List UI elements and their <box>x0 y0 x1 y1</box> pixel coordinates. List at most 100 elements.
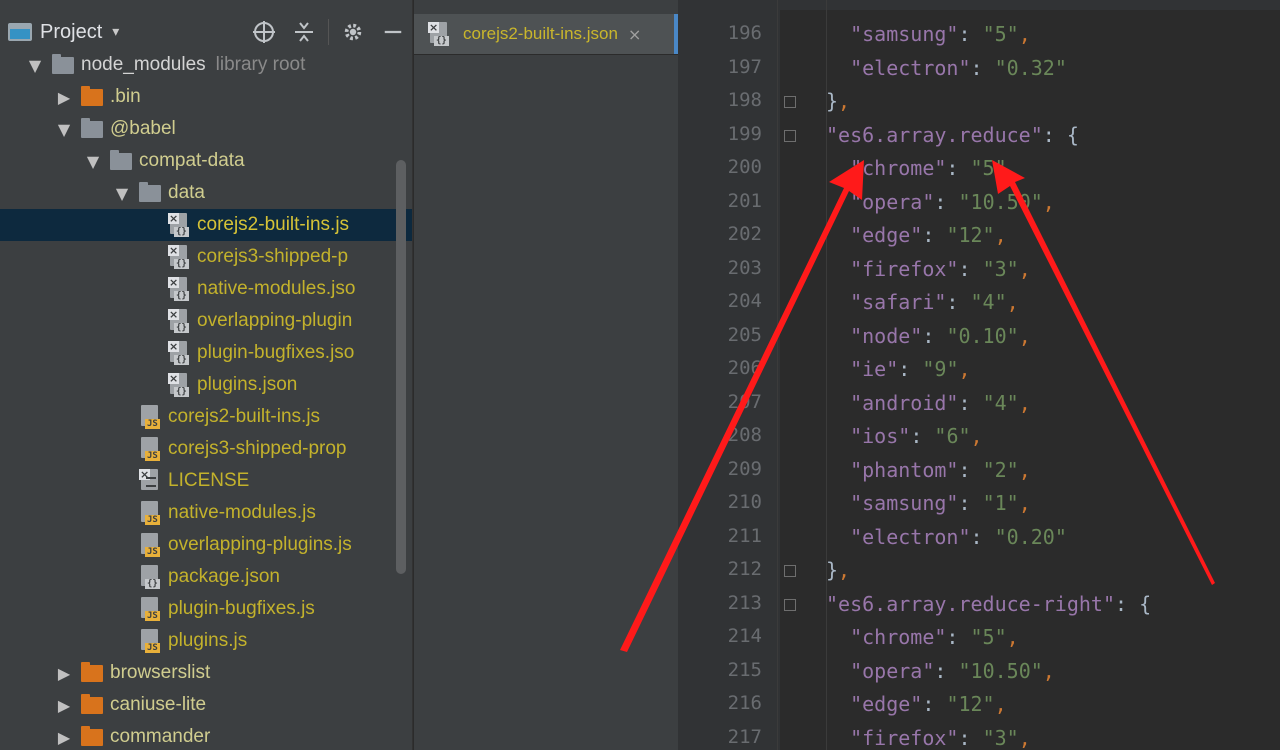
json-file-icon: ×{} <box>168 308 189 333</box>
code-line: "safari": "4", <box>850 290 1019 314</box>
fold-marker-icon[interactable] <box>784 96 796 108</box>
js-file-icon: JS <box>139 437 163 461</box>
line-number: 203 <box>727 256 762 279</box>
code-line: "es6.array.reduce-right": { <box>826 591 1152 616</box>
collapse-arrow-icon[interactable]: ▶ <box>57 728 71 747</box>
minimize-icon[interactable] <box>373 12 412 52</box>
code-line: "samsung": "5", <box>850 22 1031 46</box>
collapse-arrow-icon[interactable]: ▶ <box>57 664 71 683</box>
tree-folder[interactable]: ▼ @babel <box>0 113 412 145</box>
folder-icon <box>81 117 103 138</box>
folder-icon <box>81 661 103 682</box>
collapse-icon[interactable] <box>284 12 324 52</box>
tree-item-label: LICENSE <box>168 470 250 491</box>
code-line: "phantom": "2", <box>850 457 1031 482</box>
js-file-icon: JS <box>139 501 163 525</box>
tree-file[interactable]: ▶JScorejs2-built-ins.js <box>0 401 412 433</box>
tree-file[interactable]: ▶×LICENSE <box>0 465 412 497</box>
toolbar-divider <box>328 19 329 45</box>
tree-file[interactable]: ▶×{}corejs3-shipped-p <box>0 241 412 273</box>
code-editor[interactable]: 196 197 198 199 200 201 202 203 204 205 206 207 208 2… <box>678 0 1280 750</box>
code-line: "electron": "0.20" <box>850 524 1067 549</box>
line-number: 206 <box>727 357 762 379</box>
folder-icon <box>81 85 103 106</box>
line-gutter: 196 197 198 199 200 201 202 203 204 205 206 207 208 2… <box>678 0 796 750</box>
line-number: 213 <box>727 591 762 614</box>
tree-item-label: package.json <box>168 566 280 587</box>
folder-icon <box>139 181 161 202</box>
tree-item-label: plugin-bugfixes.jso <box>197 342 355 363</box>
code-line: "es6.array.reduce": { <box>826 122 1079 147</box>
tree-file[interactable]: ▶JSplugins.js <box>0 625 412 657</box>
code-line: "node": "0.10", <box>850 323 1031 348</box>
folder-icon <box>52 53 74 74</box>
tree-file[interactable]: ▶×{}native-modules.jso <box>0 273 412 305</box>
tree-item-meta: library root <box>215 54 306 75</box>
line-number: 205 <box>727 323 762 346</box>
tree-item-label: plugin-bugfixes.js <box>168 598 315 619</box>
line-number: 212 <box>727 558 762 580</box>
folder-icon <box>81 725 103 746</box>
tree-file[interactable]: ▶JSoverlapping-plugins.js <box>0 529 412 561</box>
json-file-icon: ×{} <box>168 340 189 365</box>
editor-top-strip <box>678 0 1280 10</box>
editor-tab-strip: ×{} corejs2-built-ins.json × <box>414 0 678 750</box>
tree-file[interactable]: ▶×{}plugin-bugfixes.jso <box>0 337 412 369</box>
tree-folder[interactable]: ▼ compat-data <box>0 145 412 177</box>
close-icon[interactable]: × <box>628 25 641 44</box>
tree-folder[interactable]: ▶ commander <box>0 721 412 750</box>
tree-folder[interactable]: ▶ browserslist <box>0 657 412 689</box>
chevron-down-icon[interactable]: ▾ <box>112 24 119 40</box>
tree-item-label: .bin <box>110 86 141 107</box>
expand-arrow-icon[interactable]: ▼ <box>86 152 100 171</box>
code-line: }, <box>826 558 851 582</box>
project-panel: Project ▾ ▼ node_modules library root ▶ .bin… <box>0 0 413 750</box>
json-file-icon: ×{} <box>428 21 449 46</box>
code-line: "edge": "12", <box>850 692 1007 716</box>
text-file-icon: × <box>139 469 163 493</box>
tree-file[interactable]: ▶JSplugin-bugfixes.js <box>0 593 412 625</box>
tree-file[interactable]: ▶×{}overlapping-plugin <box>0 305 412 337</box>
tree-folder[interactable]: ▼ data <box>0 177 412 209</box>
json-file-icon: ×{} <box>168 372 189 397</box>
project-scrollbar[interactable] <box>396 160 406 574</box>
tree-file[interactable]: ▶{}package.json <box>0 561 412 593</box>
line-number: 199 <box>727 122 762 145</box>
collapse-arrow-icon[interactable]: ▶ <box>57 696 71 715</box>
code-line: "electron": "0.32" <box>850 55 1067 80</box>
line-number: 207 <box>727 390 762 413</box>
project-title[interactable]: Project <box>40 21 102 44</box>
tree-file[interactable]: ▶×{}plugins.json <box>0 369 412 401</box>
indent-guide <box>777 0 778 750</box>
tree-item-label: compat-data <box>139 150 245 171</box>
tree-item-label: commander <box>110 726 211 747</box>
tree-item-label: node_modules <box>81 54 206 75</box>
tree-item-label: caniuse-lite <box>110 694 207 715</box>
gear-icon[interactable] <box>333 12 373 52</box>
tree-item-label: browserslist <box>110 662 211 683</box>
json-file-icon: ×{} <box>168 276 189 301</box>
code-line: "chrome": "5", <box>850 625 1019 649</box>
expand-arrow-icon[interactable]: ▼ <box>28 56 42 75</box>
collapse-arrow-icon[interactable]: ▶ <box>57 88 71 107</box>
tab-divider <box>414 54 678 55</box>
fold-marker-icon[interactable] <box>784 565 796 577</box>
tree-folder[interactable]: ▼ node_modules library root <box>0 49 412 81</box>
code-line: }, <box>826 89 851 113</box>
tree-item-label: overlapping-plugins.js <box>168 534 352 555</box>
expand-arrow-icon[interactable]: ▼ <box>115 184 129 203</box>
tree-folder[interactable]: ▶ .bin <box>0 81 412 113</box>
crosshair-icon[interactable] <box>244 12 284 52</box>
tree-file[interactable]: ▶×{}corejs2-built-ins.js <box>0 209 412 241</box>
tab-corejs2-built-ins-json[interactable]: ×{} corejs2-built-ins.json × <box>414 14 678 54</box>
fold-marker-icon[interactable] <box>784 598 796 611</box>
line-number: 196 <box>727 22 762 44</box>
tree-item-label: plugins.json <box>197 374 298 395</box>
code-line: "edge": "12", <box>850 223 1007 247</box>
tree-file[interactable]: ▶JScorejs3-shipped-prop <box>0 433 412 465</box>
code-line: "ie": "9", <box>850 357 971 381</box>
tree-folder[interactable]: ▶ caniuse-lite <box>0 689 412 721</box>
tree-file[interactable]: ▶JSnative-modules.js <box>0 497 412 529</box>
fold-marker-icon[interactable] <box>784 129 796 142</box>
expand-arrow-icon[interactable]: ▼ <box>57 120 71 139</box>
